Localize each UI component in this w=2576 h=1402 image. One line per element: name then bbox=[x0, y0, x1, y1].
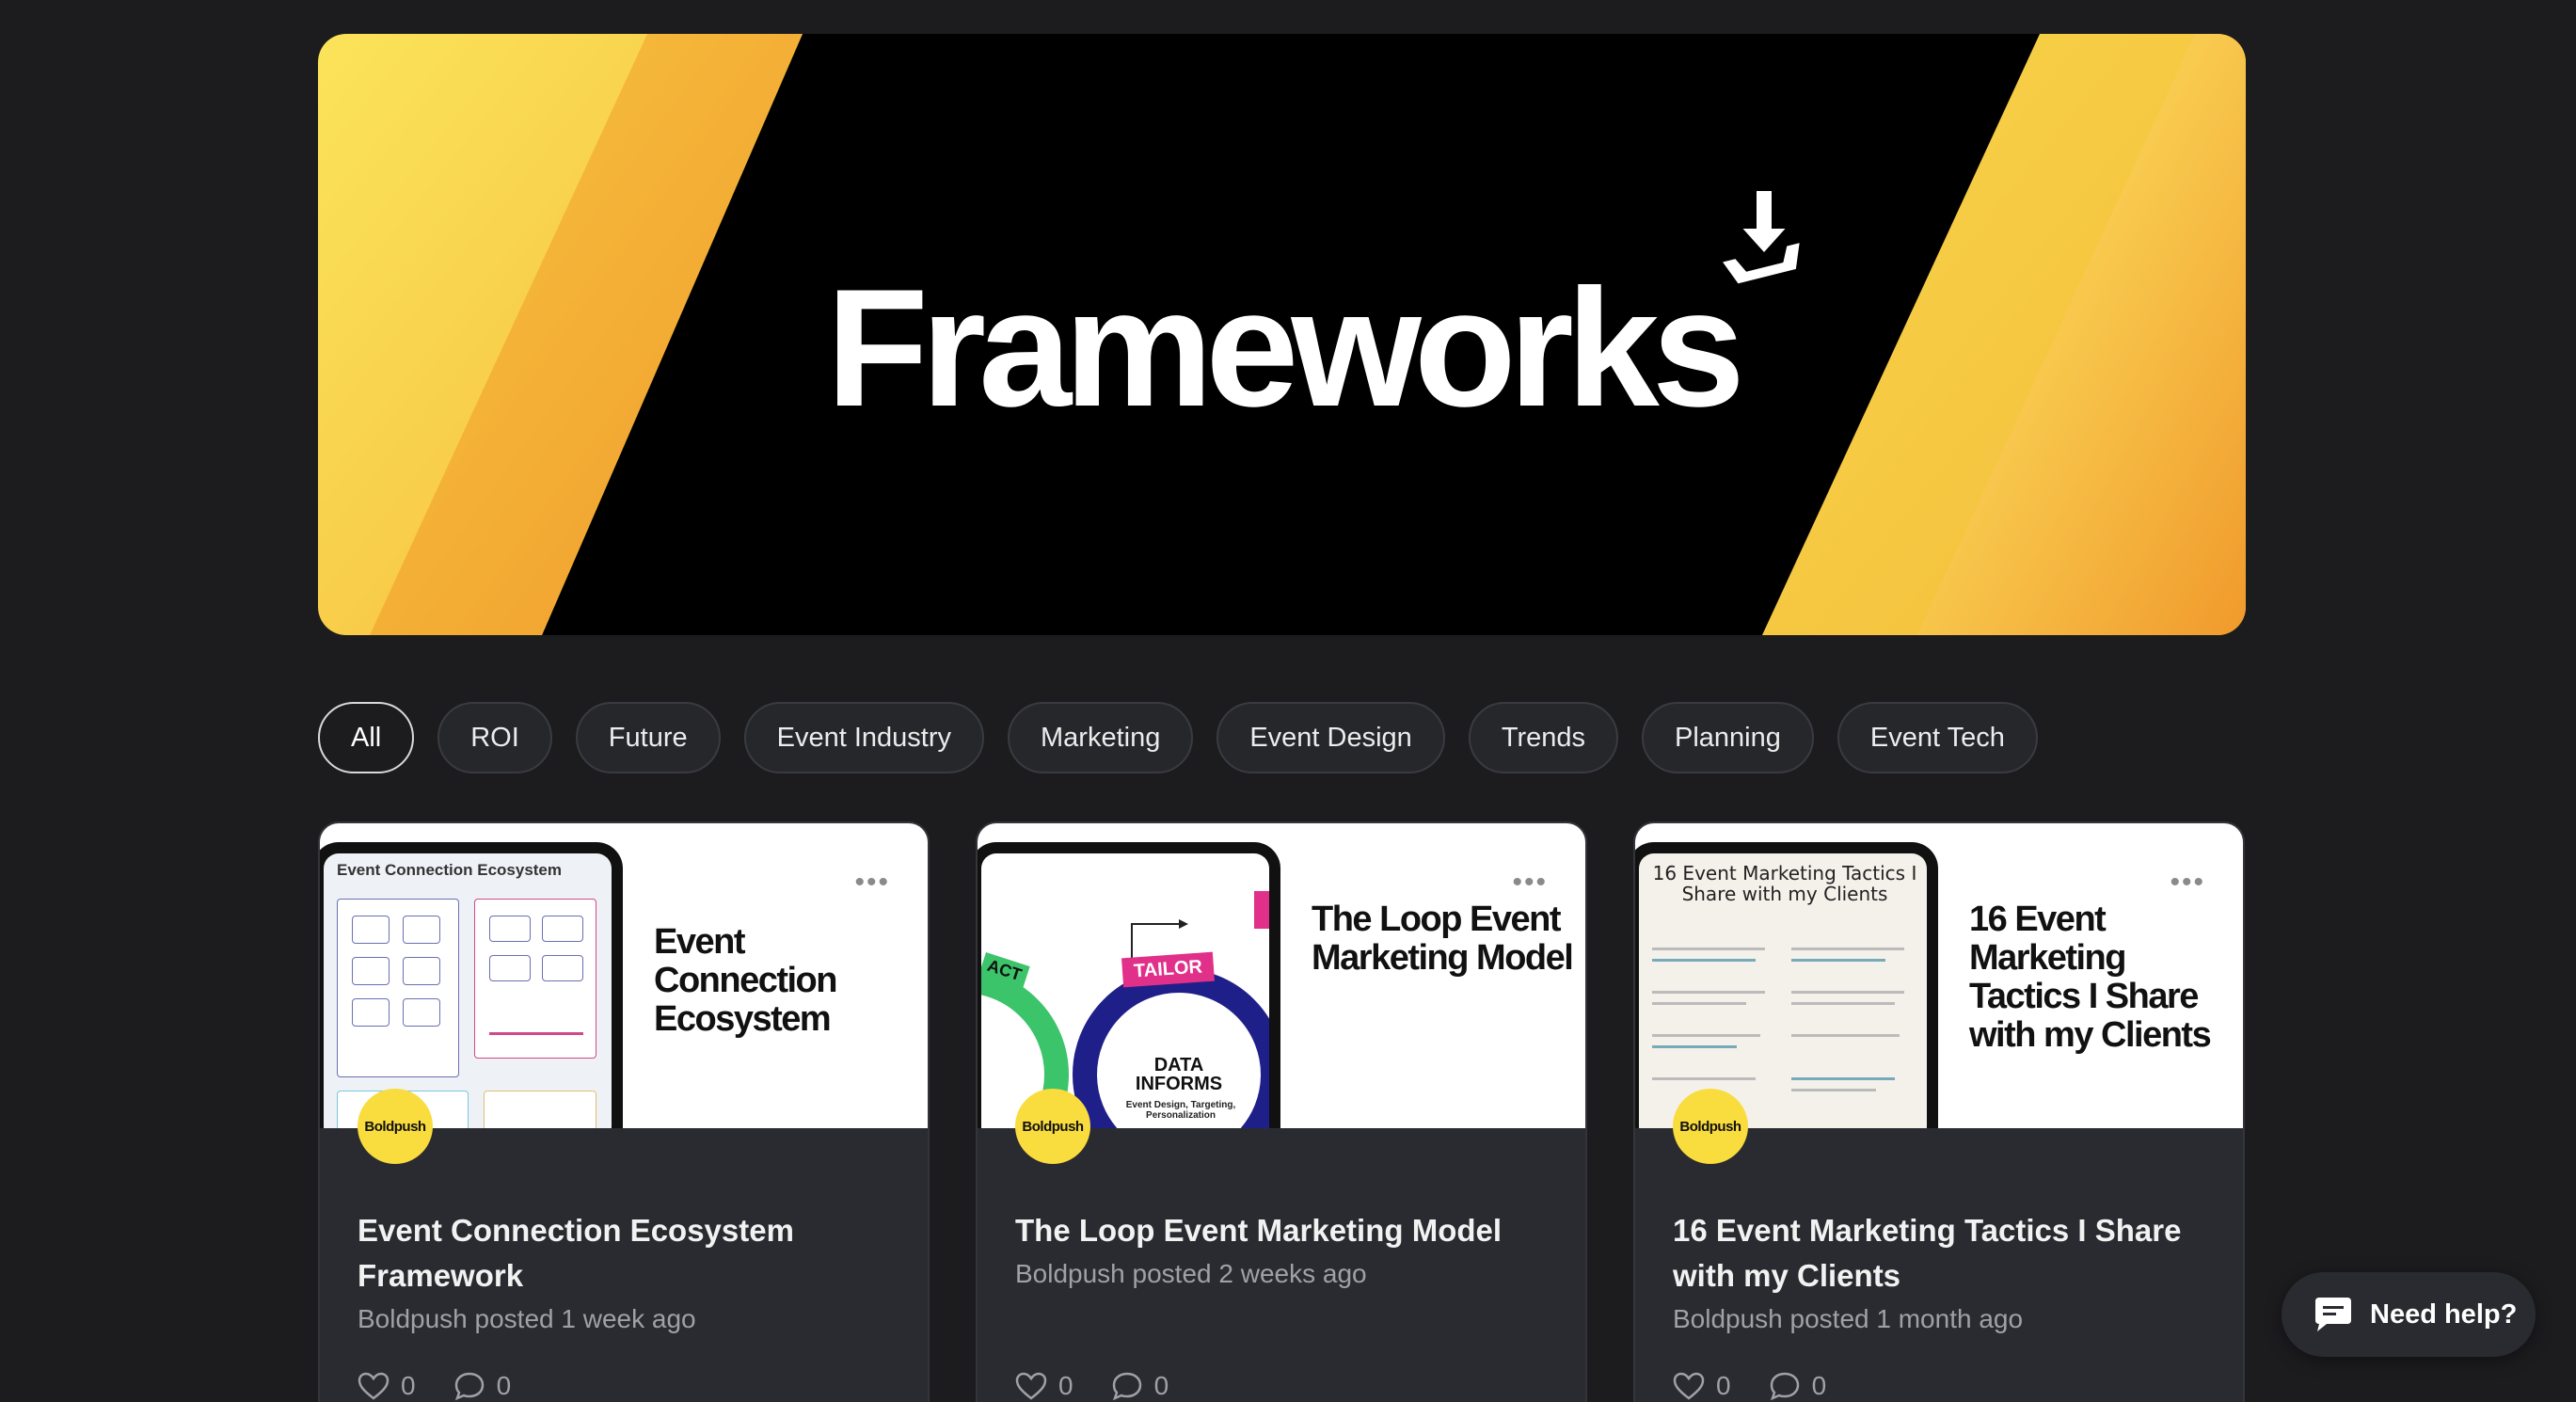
comment-button[interactable]: 0 bbox=[453, 1371, 512, 1401]
like-button[interactable]: 0 bbox=[1015, 1371, 1073, 1401]
chat-icon bbox=[2315, 1298, 2351, 1331]
screen-title: 16 Event Marketing Tactics I Share with … bbox=[1652, 862, 1917, 905]
tablet-mockup: TAILOR ACT DATA INFORMS Event Design, Ta… bbox=[978, 842, 1280, 1128]
filter-event-tech[interactable]: Event Tech bbox=[1837, 702, 2038, 773]
card-title[interactable]: The Loop Event Marketing Model bbox=[1015, 1208, 1548, 1253]
hero-title: Frameworks bbox=[826, 254, 1745, 441]
comment-count: 0 bbox=[1811, 1371, 1827, 1400]
filter-event-industry[interactable]: Event Industry bbox=[743, 702, 984, 773]
card-thumbnail[interactable]: Event Connection Ecosystem Event Connect… bbox=[320, 823, 928, 1128]
post-card[interactable]: TAILOR ACT DATA INFORMS Event Design, Ta… bbox=[976, 821, 1587, 1402]
filter-planning[interactable]: Planning bbox=[1642, 702, 1814, 773]
card-actions: 0 0 bbox=[1673, 1371, 1826, 1401]
hero-banner: Frameworks bbox=[318, 34, 2246, 635]
more-options-icon[interactable]: ••• bbox=[854, 868, 890, 897]
tablet-screen: Event Connection Ecosystem bbox=[324, 853, 612, 1128]
more-options-icon[interactable]: ••• bbox=[2170, 868, 2205, 897]
like-button[interactable]: 0 bbox=[358, 1371, 416, 1401]
tablet-mockup: 16 Event Marketing Tactics I Share with … bbox=[1635, 842, 1938, 1128]
comment-icon bbox=[1112, 1372, 1141, 1401]
filter-trends[interactable]: Trends bbox=[1468, 702, 1619, 773]
author-avatar[interactable]: Boldpush bbox=[358, 1089, 433, 1164]
author-avatar[interactable]: Boldpush bbox=[1015, 1089, 1090, 1164]
like-count: 0 bbox=[1058, 1371, 1073, 1400]
filter-future[interactable]: Future bbox=[575, 702, 721, 773]
page: Frameworks All ROI Future Event Industry… bbox=[0, 0, 2576, 1402]
need-help-label: Need help? bbox=[2370, 1298, 2518, 1330]
filter-all[interactable]: All bbox=[318, 702, 415, 773]
download-tray-icon bbox=[1716, 187, 1805, 288]
card-actions: 0 0 bbox=[358, 1371, 511, 1401]
card-title[interactable]: Event Connection Ecosystem Framework bbox=[358, 1208, 890, 1298]
data-informs-sub: Event Design, Targeting, Personalization bbox=[1125, 1100, 1236, 1121]
post-card[interactable]: Event Connection Ecosystem Event Connect… bbox=[318, 821, 930, 1402]
card-thumbnail[interactable]: TAILOR ACT DATA INFORMS Event Design, Ta… bbox=[978, 823, 1585, 1128]
heart-icon bbox=[1015, 1372, 1047, 1400]
like-count: 0 bbox=[401, 1371, 416, 1400]
card-actions: 0 0 bbox=[1015, 1371, 1169, 1401]
need-help-button[interactable]: Need help? bbox=[2282, 1272, 2536, 1357]
filter-marketing[interactable]: Marketing bbox=[1008, 702, 1194, 773]
post-card[interactable]: 16 Event Marketing Tactics I Share with … bbox=[1633, 821, 2245, 1402]
comment-icon bbox=[454, 1372, 484, 1401]
heart-icon bbox=[1673, 1372, 1705, 1400]
comment-button[interactable]: 0 bbox=[1769, 1371, 1827, 1401]
category-filters: All ROI Future Event Industry Marketing … bbox=[318, 702, 2038, 773]
author-avatar[interactable]: Boldpush bbox=[1673, 1089, 1748, 1164]
comment-count: 0 bbox=[496, 1371, 512, 1400]
data-informs-label: DATA INFORMS bbox=[1135, 1055, 1223, 1094]
thumbnail-title: Event Connection Ecosystem bbox=[654, 922, 837, 1040]
card-meta: Boldpush posted 1 week ago bbox=[358, 1303, 696, 1333]
thumbnail-title: 16 Event Marketing Tactics I Share with … bbox=[1969, 900, 2212, 1056]
tablet-screen: TAILOR ACT DATA INFORMS Event Design, Ta… bbox=[981, 853, 1269, 1128]
comment-button[interactable]: 0 bbox=[1111, 1371, 1169, 1401]
screen-title: Event Connection Ecosystem bbox=[337, 861, 563, 879]
tablet-mockup: Event Connection Ecosystem bbox=[320, 842, 623, 1128]
tablet-screen: 16 Event Marketing Tactics I Share with … bbox=[1639, 853, 1927, 1128]
card-thumbnail[interactable]: 16 Event Marketing Tactics I Share with … bbox=[1635, 823, 2243, 1128]
filter-roi[interactable]: ROI bbox=[437, 702, 552, 773]
heart-icon bbox=[358, 1372, 390, 1400]
like-button[interactable]: 0 bbox=[1673, 1371, 1731, 1401]
card-meta: Boldpush posted 1 month ago bbox=[1673, 1303, 2024, 1333]
comment-icon bbox=[1770, 1372, 1799, 1401]
thumbnail-title: The Loop Event Marketing Model bbox=[1312, 900, 1574, 979]
like-count: 0 bbox=[1716, 1371, 1731, 1400]
more-options-icon[interactable]: ••• bbox=[1512, 868, 1548, 897]
comment-count: 0 bbox=[1153, 1371, 1169, 1400]
card-meta: Boldpush posted 2 weeks ago bbox=[1015, 1258, 1367, 1288]
filter-event-design[interactable]: Event Design bbox=[1216, 702, 1445, 773]
card-title[interactable]: 16 Event Marketing Tactics I Share with … bbox=[1673, 1208, 2205, 1298]
